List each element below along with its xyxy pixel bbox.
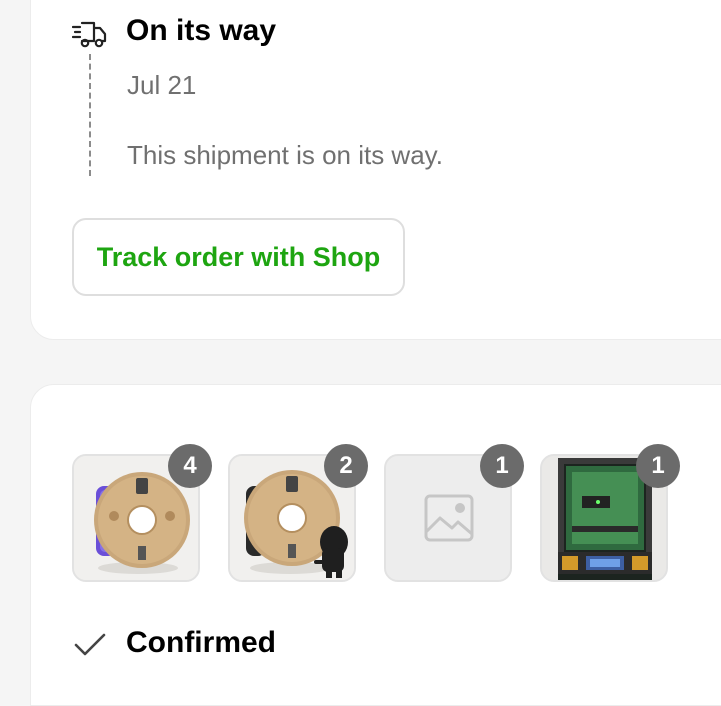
confirmed-status-title: Confirmed bbox=[126, 626, 276, 659]
checkmark-icon bbox=[74, 633, 106, 656]
track-order-button[interactable]: Track order with Shop bbox=[72, 218, 405, 296]
item-thumbnail-placeholder[interactable]: 1 bbox=[384, 444, 524, 582]
item-thumbnail-purple-filament[interactable]: 4 bbox=[72, 444, 212, 582]
quantity-badge: 1 bbox=[636, 444, 680, 488]
shipment-status-title: On its way bbox=[126, 14, 277, 47]
item-thumbnail-3d-printer[interactable]: 1 bbox=[540, 444, 680, 582]
item-thumbnail-black-filament[interactable]: 2 bbox=[228, 444, 368, 582]
quantity-badge: 2 bbox=[324, 444, 368, 488]
quantity-badge: 4 bbox=[168, 444, 212, 488]
quantity-badge: 1 bbox=[480, 444, 524, 488]
shipment-date: Jul 21 bbox=[127, 70, 197, 100]
shipment-message: This shipment is on its way. bbox=[127, 140, 443, 170]
delivery-truck-icon bbox=[72, 21, 107, 48]
timeline-connector bbox=[89, 54, 91, 176]
